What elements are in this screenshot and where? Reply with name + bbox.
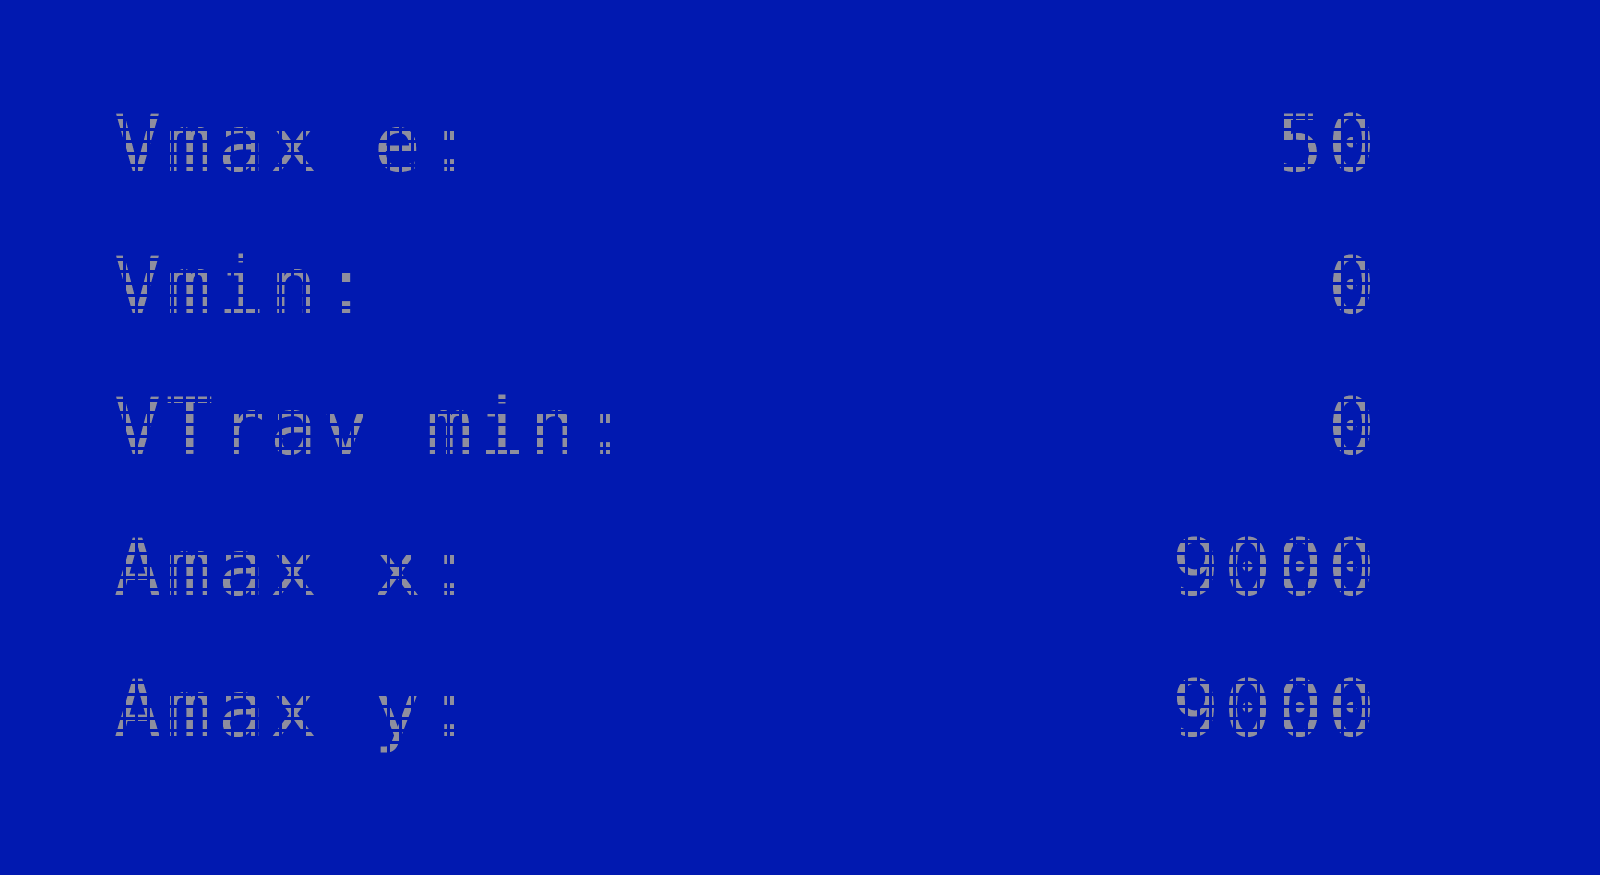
param-label: VTrav min: (114, 383, 634, 473)
param-value[interactable]: 50 (960, 90, 1380, 200)
param-value[interactable]: 0 (960, 232, 1380, 342)
param-label: Vmin: (114, 242, 374, 332)
param-row-vmin[interactable]: Vmin: 0 (114, 232, 1380, 342)
param-row-vtrav-min[interactable]: VTrav min: 0 (114, 373, 1380, 483)
param-value[interactable]: 9000 (960, 655, 1380, 765)
param-row-amax-y[interactable]: Amax y: 9000 (114, 655, 1380, 765)
param-row-vmax-e[interactable]: Vmax e: 50 (114, 90, 1380, 200)
param-value[interactable]: 9000 (960, 514, 1380, 624)
param-label: Vmax e: (114, 100, 478, 190)
param-label: Amax y: (114, 665, 478, 755)
param-value[interactable]: 0 (960, 373, 1380, 483)
param-row-amax-x[interactable]: Amax x: 9000 (114, 514, 1380, 624)
param-label: Amax x: (114, 524, 478, 614)
parameter-screen: Vmax e: 50 Vmin: 0 VTrav min: 0 Amax x: … (0, 0, 1600, 875)
